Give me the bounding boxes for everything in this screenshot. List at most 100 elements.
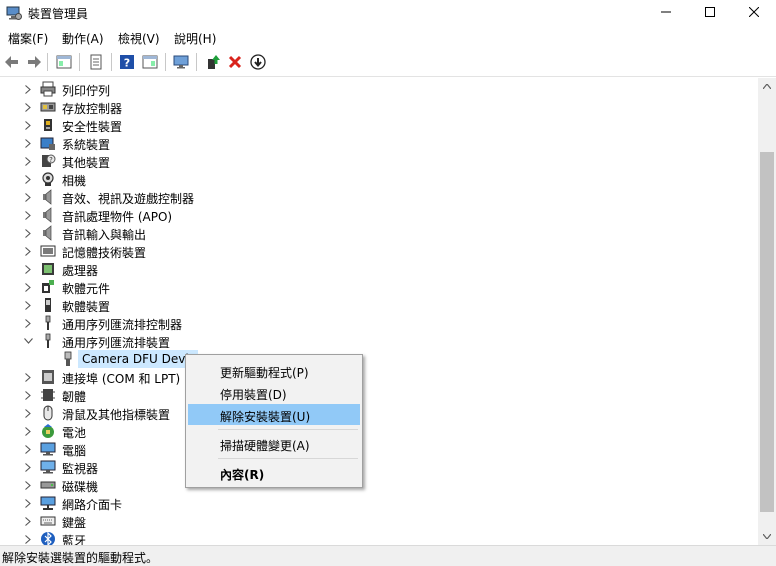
chevron-right-icon[interactable] <box>22 83 34 95</box>
tree-category-item[interactable]: ? 其他裝置 <box>0 152 758 170</box>
chevron-right-icon[interactable] <box>22 407 34 419</box>
chevron-right-icon[interactable] <box>22 245 34 257</box>
maximize-button[interactable] <box>688 0 732 24</box>
tree-category-item[interactable]: 通用序列匯流排控制器 <box>0 314 758 332</box>
tree-category-item[interactable]: 通用序列匯流排裝置 <box>0 332 758 350</box>
minimize-button[interactable] <box>644 0 688 24</box>
computer-icon <box>40 441 56 457</box>
context-menu: 更新驅動程式(P) 停用裝置(D) 解除安裝裝置(U) 掃描硬體變更(A) 內容… <box>185 354 363 488</box>
chevron-right-icon[interactable] <box>22 101 34 113</box>
menu-help[interactable]: 說明(H) <box>174 30 216 47</box>
printer-icon <box>40 81 56 97</box>
tree-category-item[interactable]: 電腦 <box>0 440 758 458</box>
chevron-right-icon[interactable] <box>22 533 34 545</box>
chevron-right-icon[interactable] <box>22 227 34 239</box>
tree-category-item[interactable]: 電池 <box>0 422 758 440</box>
menu-file[interactable]: 檔案(F) <box>8 30 48 47</box>
close-button[interactable] <box>732 0 776 24</box>
chevron-right-icon[interactable] <box>22 497 34 509</box>
tree-item-label: 處理器 <box>62 264 99 278</box>
tree-category-item[interactable]: 滑鼠及其他指標裝置 <box>0 404 758 422</box>
help-icon[interactable]: ? <box>117 52 137 72</box>
menu-action[interactable]: 動作(A) <box>62 30 104 47</box>
chevron-right-icon[interactable] <box>22 173 34 185</box>
chevron-right-icon[interactable] <box>22 371 34 383</box>
tree-category-item[interactable]: 安全性裝置 <box>0 116 758 134</box>
toolbar-separator <box>196 53 197 71</box>
chevron-right-icon[interactable] <box>22 119 34 131</box>
tree-category-item[interactable]: 軟體裝置 <box>0 296 758 314</box>
chevron-right-icon[interactable] <box>22 299 34 311</box>
tree-item-label: 磁碟機 <box>62 480 99 494</box>
status-bar: 解除安裝選裝置的驅動程式。 <box>0 545 776 566</box>
chevron-right-icon[interactable] <box>22 389 34 401</box>
tree-category-item[interactable]: 音訊處理物件 (APO) <box>0 206 758 224</box>
properties-icon[interactable] <box>86 52 106 72</box>
context-menu-update-driver[interactable]: 更新驅動程式(P) <box>188 360 360 381</box>
tree-category-item[interactable]: 連接埠 (COM 和 LPT) <box>0 368 758 386</box>
scroll-down-arrow-icon[interactable] <box>758 528 776 545</box>
chevron-right-icon[interactable] <box>22 479 34 491</box>
tree-category-item[interactable]: 監視器 <box>0 458 758 476</box>
monitor-icon <box>40 459 56 475</box>
chevron-right-icon[interactable] <box>22 191 34 203</box>
tree-item-label: 電池 <box>62 426 87 440</box>
tree-category-item[interactable]: 相機 <box>0 170 758 188</box>
chevron-right-icon[interactable] <box>22 155 34 167</box>
tree-category-item[interactable]: 網路介面卡 <box>0 494 758 512</box>
forward-icon[interactable] <box>24 52 44 72</box>
tree-item-label: 網路介面卡 <box>62 498 123 512</box>
tree-category-item[interactable]: 磁碟機 <box>0 476 758 494</box>
tree-item-label: 列印佇列 <box>62 84 111 98</box>
tree-item-label: 韌體 <box>62 390 87 404</box>
tree-category-item[interactable]: 軟體元件 <box>0 278 758 296</box>
device-tree: 列印佇列 存放控制器 安全性裝置 系統裝置? 其他裝置 相機音效、視訊及遊戲控制器 音訊處理… <box>0 78 758 545</box>
tree-category-item[interactable]: 列印佇列 <box>0 80 758 98</box>
chevron-right-icon[interactable] <box>22 209 34 221</box>
tree-category-item[interactable]: 系統裝置 <box>0 134 758 152</box>
tree-category-item[interactable]: 韌體 <box>0 386 758 404</box>
context-menu-properties[interactable]: 內容(R) <box>188 462 360 483</box>
toolbar-separator <box>47 53 48 71</box>
update-driver-icon[interactable] <box>203 52 223 72</box>
tree-category-item[interactable]: 藍牙 <box>0 530 758 545</box>
show-action-pane-icon[interactable] <box>140 52 160 72</box>
speaker-icon <box>40 207 56 223</box>
tree-category-item[interactable]: 音訊輸入與輸出 <box>0 224 758 242</box>
tree-category-item[interactable]: 存放控制器 <box>0 98 758 116</box>
scan-hardware-icon[interactable] <box>171 52 191 72</box>
usb-icon <box>40 333 56 349</box>
context-menu-uninstall-device[interactable]: 解除安裝裝置(U) <box>188 404 360 425</box>
usb-icon <box>40 315 56 331</box>
chevron-right-icon[interactable] <box>22 137 34 149</box>
chevron-right-icon[interactable] <box>22 461 34 473</box>
chevron-right-icon[interactable] <box>22 425 34 437</box>
menu-view[interactable]: 檢視(V) <box>118 30 160 47</box>
chevron-down-icon[interactable] <box>22 335 34 347</box>
toolbar-separator <box>79 53 80 71</box>
tree-item-label: 音訊處理物件 (APO) <box>62 210 173 224</box>
tree-category-item[interactable]: 處理器 <box>0 260 758 278</box>
chevron-right-icon[interactable] <box>22 281 34 293</box>
chevron-right-icon[interactable] <box>22 443 34 455</box>
chevron-right-icon[interactable] <box>22 515 34 527</box>
context-menu-scan-hardware[interactable]: 掃描硬體變更(A) <box>188 433 360 454</box>
context-menu-disable-device[interactable]: 停用裝置(D) <box>188 382 360 403</box>
tree-category-item[interactable]: 鍵盤 <box>0 512 758 530</box>
vertical-scrollbar[interactable] <box>758 78 776 545</box>
tree-child-item[interactable]: Camera DFU Devic <box>0 350 758 368</box>
toolbar: ? <box>0 48 776 77</box>
back-icon[interactable] <box>2 52 22 72</box>
uninstall-device-icon[interactable] <box>225 52 245 72</box>
chevron-right-icon[interactable] <box>22 263 34 275</box>
tree-category-item[interactable]: 記憶體技術裝置 <box>0 242 758 260</box>
tree-category-item[interactable]: 音效、視訊及遊戲控制器 <box>0 188 758 206</box>
scroll-thumb[interactable] <box>760 152 774 512</box>
show-hide-console-tree-icon[interactable] <box>54 52 74 72</box>
disable-device-icon[interactable] <box>248 52 268 72</box>
chevron-right-icon[interactable] <box>22 317 34 329</box>
disk-drive-icon <box>40 477 56 493</box>
svg-text:?: ? <box>124 57 130 70</box>
scroll-up-arrow-icon[interactable] <box>758 78 776 95</box>
tree-item-label: 音效、視訊及遊戲控制器 <box>62 192 195 206</box>
